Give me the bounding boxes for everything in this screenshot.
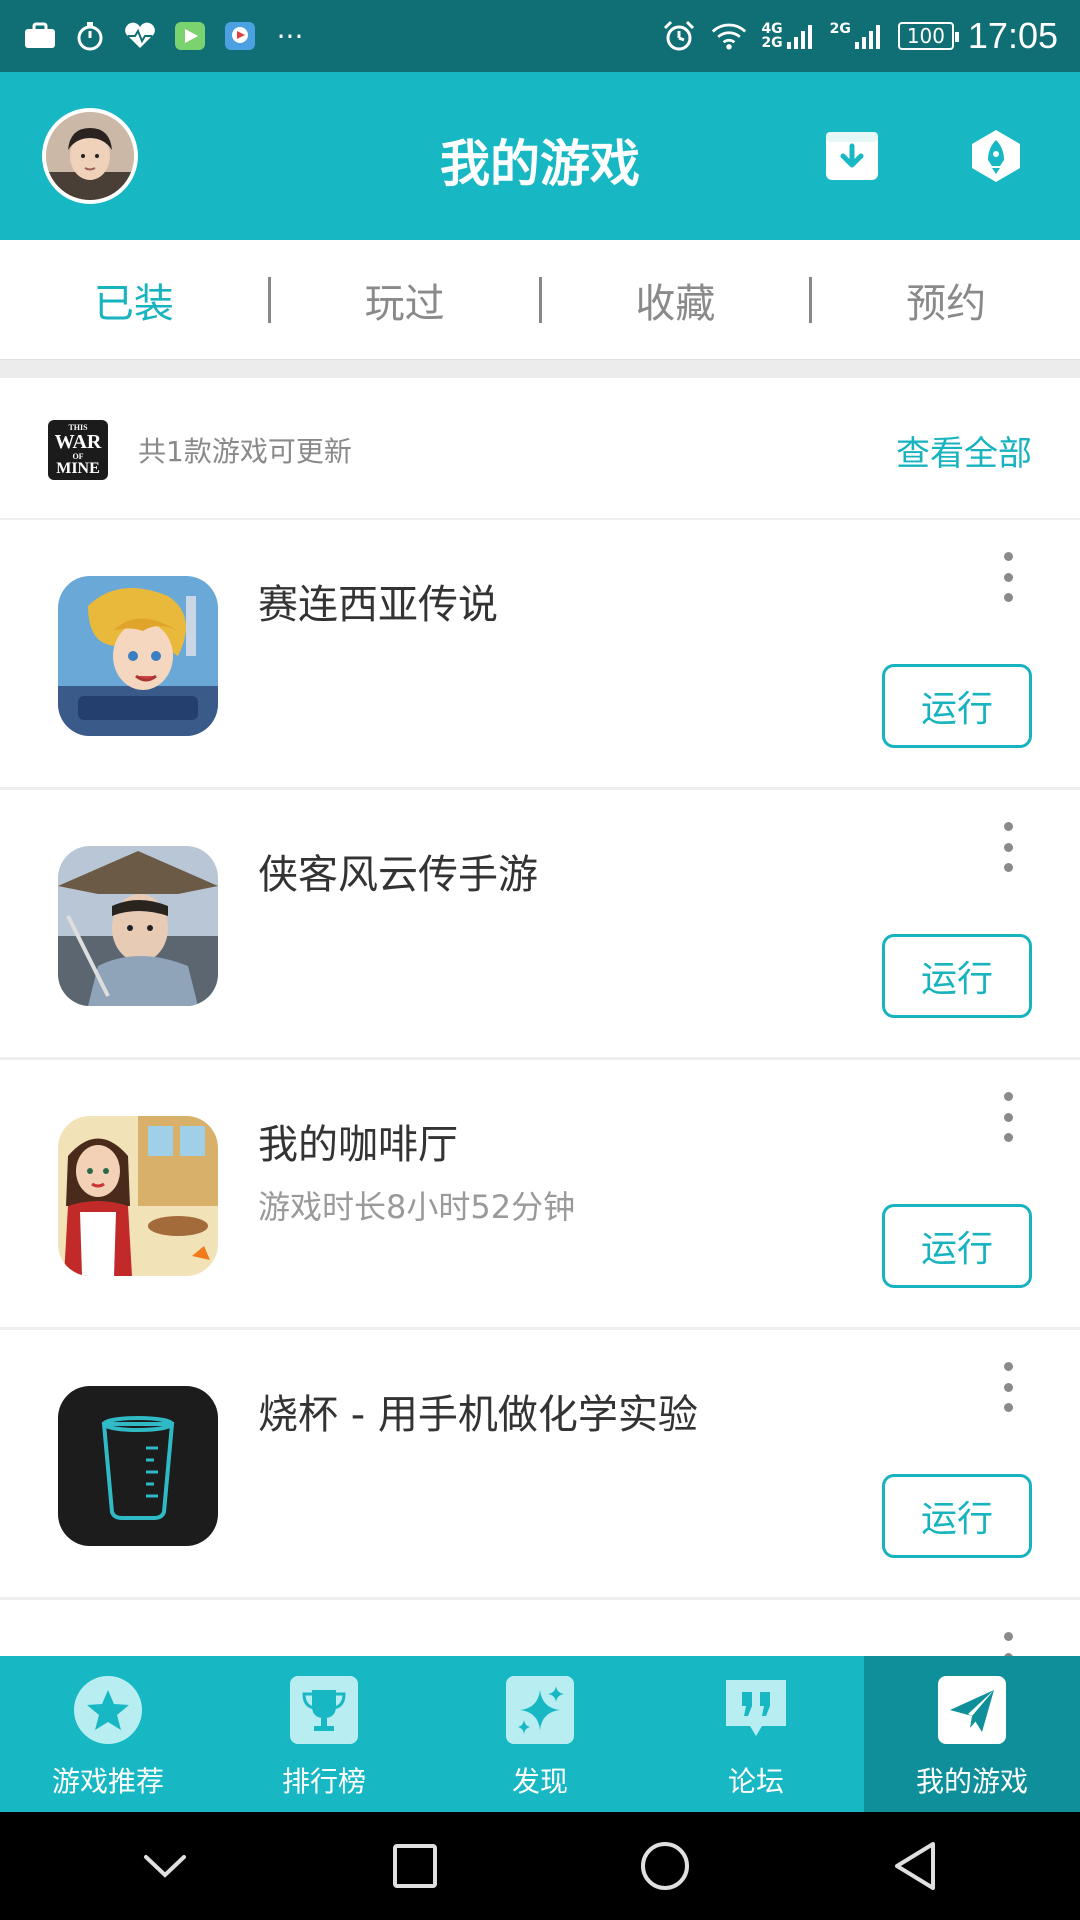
game-playtime: 游戏时长8小时52分钟: [258, 1188, 576, 1226]
beaker-icon: [58, 1386, 218, 1546]
nav-my-games[interactable]: 我的游戏: [864, 1656, 1080, 1812]
more-options-button[interactable]: [992, 1362, 1024, 1412]
list-item[interactable]: 我的咖啡厅 游戏时长8小时52分钟 运行: [0, 1060, 1080, 1330]
game-name: 烧杯 - 用手机做化学实验: [258, 1392, 698, 1438]
triangle-back-icon: [895, 1842, 935, 1890]
signal-bars-2-icon: [854, 25, 880, 49]
tab-reservations[interactable]: 预约: [812, 271, 1080, 329]
quote-icon: [722, 1676, 790, 1744]
section-gap: [0, 360, 1080, 378]
run-button[interactable]: 运行: [882, 1204, 1032, 1288]
briefcase-icon: [22, 21, 58, 51]
trophy-icon: [290, 1676, 358, 1744]
anime-hero-icon: [58, 576, 218, 736]
more-options-button[interactable]: [992, 822, 1024, 872]
run-button[interactable]: 运行: [882, 664, 1032, 748]
game-list: 赛连西亚传说 运行 侠客风云传手游 运行 我的咖啡厅 游戏时长8小时52分钟 运…: [0, 520, 1080, 1682]
nav-forum[interactable]: 论坛: [648, 1656, 864, 1812]
list-item[interactable]: 赛连西亚传说 运行: [0, 520, 1080, 790]
sparkle-icon: [506, 1676, 574, 1744]
category-tabs: 已装 玩过 收藏 预约: [0, 240, 1080, 360]
cafe-icon: [58, 1116, 218, 1276]
download-box-icon: [826, 132, 878, 180]
download-manager-button[interactable]: [824, 128, 880, 184]
system-status: 4G 2G 2G 100 17:05: [661, 15, 1058, 57]
battery-indicator: 100: [897, 22, 959, 50]
notification-icons: ···: [22, 19, 308, 53]
nav-discover[interactable]: 发现: [432, 1656, 648, 1812]
game-boost-button[interactable]: [968, 128, 1024, 184]
more-notifications-icon: ···: [276, 19, 304, 53]
wifi-icon: [711, 21, 747, 51]
run-button[interactable]: 运行: [882, 934, 1032, 1018]
stopwatch-icon: [72, 21, 108, 51]
swordsman-icon: [58, 846, 218, 1006]
home-button[interactable]: [635, 1836, 695, 1896]
collapse-chevron-button[interactable]: [135, 1836, 195, 1896]
back-button[interactable]: [885, 1836, 945, 1896]
update-count-text: 共1款游戏可更新: [138, 435, 352, 468]
signal-4g-indicator: 4G 2G: [761, 22, 815, 50]
system-navigation-bar: [0, 1812, 1080, 1920]
app-header: 我的游戏: [0, 72, 1080, 240]
game-name: 赛连西亚传说: [258, 582, 498, 628]
star-icon: [74, 1676, 142, 1744]
rocket-icon: [972, 130, 1020, 182]
tab-played[interactable]: 玩过: [271, 271, 539, 329]
game-name: 我的咖啡厅: [258, 1122, 458, 1168]
bottom-navigation: 游戏推荐 排行榜 发现 论坛 我的游戏: [0, 1656, 1080, 1812]
tv-app-icon: [222, 21, 258, 51]
square-icon: [393, 1844, 437, 1888]
recents-button[interactable]: [385, 1836, 445, 1896]
page-title: 我的游戏: [440, 135, 640, 193]
view-all-link[interactable]: 查看全部: [896, 426, 1032, 475]
nav-game-recommend[interactable]: 游戏推荐: [0, 1656, 216, 1812]
run-button[interactable]: 运行: [882, 1474, 1032, 1558]
update-banner[interactable]: THIS WAR OF MINE 共1款游戏可更新 查看全部: [0, 378, 1080, 520]
tab-favorites[interactable]: 收藏: [542, 271, 810, 329]
tab-installed[interactable]: 已装: [0, 271, 268, 329]
circle-icon: [641, 1842, 689, 1890]
video-app-icon: [172, 21, 208, 51]
paper-plane-icon: [938, 1676, 1006, 1744]
status-time: 17:05: [967, 15, 1058, 56]
signal-bars-icon: [786, 25, 812, 49]
nav-ranking[interactable]: 排行榜: [216, 1656, 432, 1812]
list-item[interactable]: 烧杯 - 用手机做化学实验 运行: [0, 1330, 1080, 1600]
signal-2g-indicator: 2G: [830, 22, 884, 50]
more-options-button[interactable]: [992, 552, 1024, 602]
alarm-icon: [661, 20, 697, 51]
war-of-mine-icon: THIS WAR OF MINE: [48, 420, 108, 480]
list-item[interactable]: 侠客风云传手游 运行: [0, 790, 1080, 1060]
game-name: 侠客风云传手游: [258, 852, 538, 898]
more-options-button[interactable]: [992, 1092, 1024, 1142]
chevron-down-icon: [144, 1855, 186, 1878]
heart-rate-icon: [122, 21, 158, 51]
status-bar: ··· 4G 2G 2G 100 17:05: [0, 0, 1080, 72]
